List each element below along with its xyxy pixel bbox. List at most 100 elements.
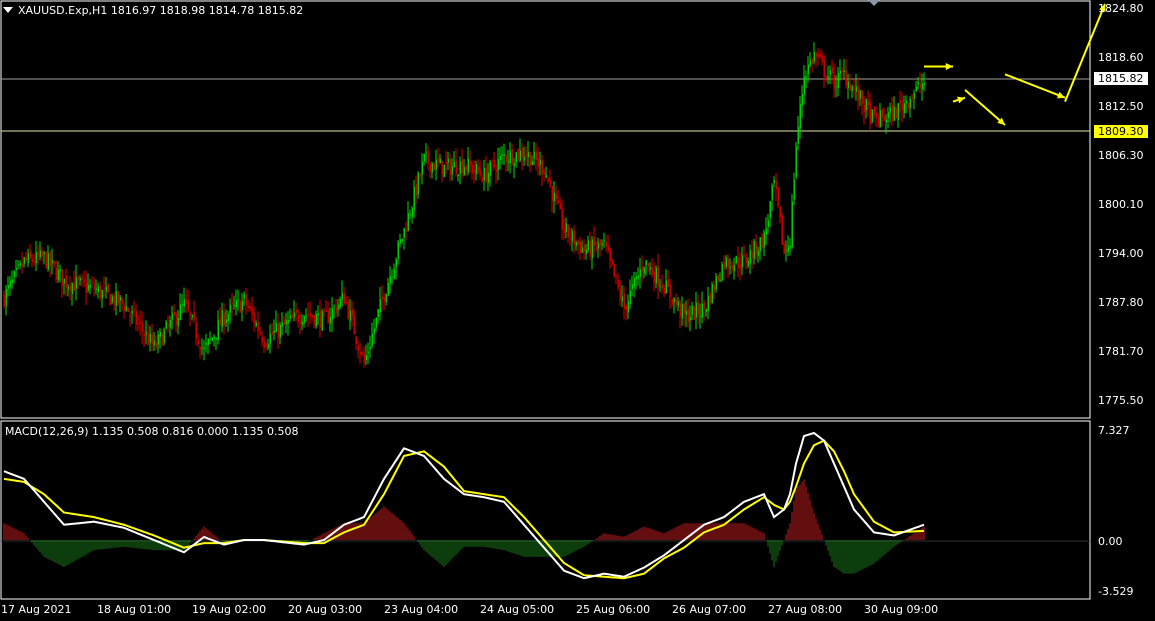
bear-candle xyxy=(77,277,79,280)
bear-candle xyxy=(323,311,325,313)
bear-candle xyxy=(335,307,337,313)
bull-candle xyxy=(221,310,223,328)
bull-candle xyxy=(439,158,441,164)
bull-candle xyxy=(305,314,307,316)
bull-candle xyxy=(179,304,181,320)
bear-candle xyxy=(671,298,673,305)
bull-candle xyxy=(791,201,793,247)
bull-candle xyxy=(591,239,593,259)
bear-candle xyxy=(727,258,729,268)
bear-candle xyxy=(485,167,487,182)
bull-candle xyxy=(377,309,379,318)
bear-candle xyxy=(583,244,585,252)
bull-candle xyxy=(763,232,765,248)
bull-candle xyxy=(201,347,203,349)
bull-candle xyxy=(515,152,517,163)
bear-candle xyxy=(361,352,363,354)
forecast-leg xyxy=(1004,73,1066,99)
bear-candle xyxy=(675,299,677,305)
bear-candle xyxy=(383,297,385,302)
time-tick: 19 Aug 02:00 xyxy=(192,603,267,616)
bear-candle xyxy=(187,300,189,310)
bull-candle xyxy=(913,93,915,99)
bull-candle xyxy=(453,161,455,168)
bear-candle xyxy=(419,174,421,176)
bull-candle xyxy=(475,164,477,175)
bull-candle xyxy=(213,336,215,339)
bear-candle xyxy=(883,116,885,121)
bear-candle xyxy=(657,266,659,287)
bull-candle xyxy=(79,278,81,281)
bull-candle xyxy=(705,309,707,312)
bull-candle xyxy=(629,290,631,304)
bear-candle xyxy=(261,336,263,343)
time-tick: 20 Aug 03:00 xyxy=(288,603,363,616)
bull-candle xyxy=(371,333,373,347)
bull-candle xyxy=(893,107,895,121)
bear-candle xyxy=(65,275,67,288)
bear-candle xyxy=(895,108,897,119)
bull-candle xyxy=(57,269,59,280)
bull-candle xyxy=(871,109,873,122)
bear-candle xyxy=(295,309,297,314)
bull-candle xyxy=(503,154,505,157)
bull-candle xyxy=(799,103,801,129)
bull-candle xyxy=(281,322,283,327)
bear-candle xyxy=(863,104,865,113)
bull-candle xyxy=(301,321,303,325)
bear-candle xyxy=(525,154,527,157)
bear-candle xyxy=(825,76,827,80)
bull-candle xyxy=(217,319,219,341)
bear-candle xyxy=(41,251,43,257)
time-tick: 27 Aug 08:00 xyxy=(768,603,843,616)
symbol-dropdown-icon[interactable] xyxy=(3,7,13,13)
bear-candle xyxy=(709,293,711,303)
bear-candle xyxy=(123,306,125,311)
bear-candle xyxy=(745,256,747,264)
bear-candle xyxy=(647,263,649,267)
bull-candle xyxy=(111,296,113,303)
bear-candle xyxy=(357,345,359,351)
bull-candle xyxy=(527,152,529,158)
bear-candle xyxy=(239,301,241,313)
bear-candle xyxy=(717,275,719,281)
bear-candle xyxy=(577,240,579,245)
bull-candle xyxy=(513,163,515,166)
bear-candle xyxy=(919,83,921,88)
bull-candle xyxy=(125,306,127,311)
chart-canvas[interactable] xyxy=(0,0,1155,621)
bear-candle xyxy=(167,325,169,327)
bear-candle xyxy=(127,307,129,313)
bull-candle xyxy=(183,298,185,307)
bull-candle xyxy=(621,296,623,302)
bear-candle xyxy=(345,301,347,303)
bear-candle xyxy=(45,252,47,269)
bear-candle xyxy=(777,188,779,206)
bull-candle xyxy=(603,240,605,242)
bear-candle xyxy=(455,160,457,175)
bull-candle xyxy=(399,239,401,244)
macd-line xyxy=(3,431,925,580)
bull-candle xyxy=(115,291,117,306)
bear-candle xyxy=(29,250,31,258)
bear-candle xyxy=(697,301,699,315)
bull-candle xyxy=(39,250,41,258)
bear-candle xyxy=(661,284,663,289)
bull-candle xyxy=(367,351,369,353)
chart-shift-marker[interactable] xyxy=(868,0,880,6)
bear-candle xyxy=(669,285,671,298)
bull-candle xyxy=(19,262,21,266)
bear-candle xyxy=(283,319,285,325)
bear-candle xyxy=(299,321,301,324)
bull-candle xyxy=(395,259,397,268)
bear-candle xyxy=(441,161,443,176)
bull-candle xyxy=(105,286,107,292)
bear-candle xyxy=(437,158,439,163)
bear-candle xyxy=(449,159,451,175)
bull-candle xyxy=(921,83,923,90)
bear-candle xyxy=(517,149,519,159)
bear-candle xyxy=(311,314,313,318)
bull-candle xyxy=(321,311,323,331)
bull-candle xyxy=(847,81,849,89)
bear-candle xyxy=(405,230,407,232)
